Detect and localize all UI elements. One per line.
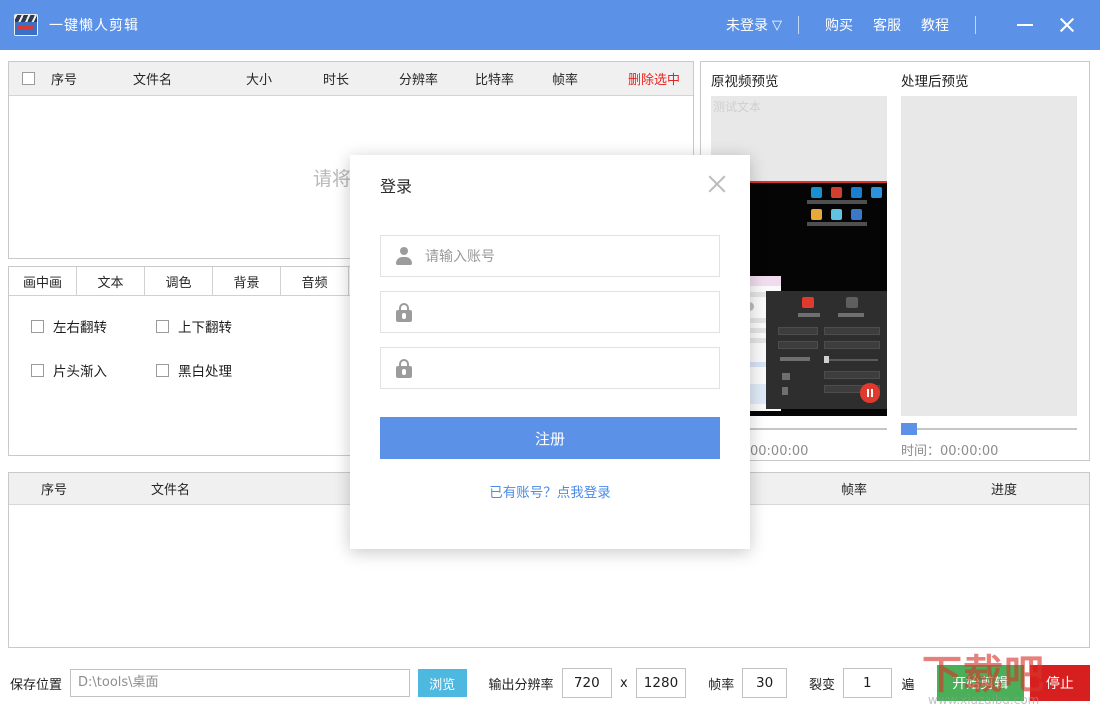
login-modal-title: 登录	[380, 173, 412, 197]
switch-to-login-link[interactable]: 已有账号？点我登录	[350, 481, 750, 501]
processed-time-label: 时间：00:00:00	[901, 440, 1077, 459]
queue-column-progress: 进度	[991, 479, 1017, 498]
support-link[interactable]: 客服	[873, 15, 901, 35]
resolution-height-input[interactable]: 1280	[636, 668, 687, 698]
output-resolution-label: 输出分辨率	[489, 674, 554, 693]
lock-icon	[395, 303, 413, 322]
close-button[interactable]	[1046, 8, 1088, 42]
flip-horizontal-label: 左右翻转	[53, 316, 107, 336]
processed-slider-handle[interactable]	[901, 423, 917, 435]
column-index: 序号	[51, 69, 133, 88]
select-all-checkbox[interactable]	[22, 72, 35, 85]
purchase-link[interactable]: 购买	[825, 15, 853, 35]
delete-selected-button[interactable]: 删除选中	[628, 69, 680, 88]
processed-preview-box[interactable]	[901, 96, 1077, 416]
confirm-password-field[interactable]	[380, 347, 720, 389]
option-grayscale[interactable]: 黑白处理	[156, 360, 232, 380]
column-filename: 文件名	[133, 69, 246, 88]
login-modal-header: 登录	[350, 155, 750, 217]
processed-slider-column: 时间：00:00:00	[901, 422, 1077, 459]
split-label: 裂变	[809, 674, 835, 693]
tab-pip[interactable]: 画中画	[9, 267, 77, 295]
option-intro-fade[interactable]: 片头渐入	[31, 360, 156, 380]
clapperboard-icon	[14, 14, 38, 36]
column-framerate: 帧率	[552, 69, 628, 88]
tutorial-link[interactable]: 教程	[921, 15, 949, 35]
resolution-separator: x	[620, 676, 628, 691]
bottom-toolbar: 保存位置 D:\tools\桌面 浏览 输出分辨率 720 x 1280 帧率 …	[0, 656, 1100, 710]
intro-fade-checkbox[interactable]	[31, 364, 44, 377]
preview-columns: 原视频预览 测试文本	[701, 62, 1089, 416]
processed-preview-title: 处理后预览	[901, 70, 1077, 90]
lock-icon	[395, 359, 413, 378]
title-divider-2	[975, 16, 976, 34]
app-title: 一键懒人剪辑	[49, 15, 139, 35]
save-location-label: 保存位置	[10, 674, 62, 693]
tab-text[interactable]: 文本	[77, 267, 145, 295]
grayscale-label: 黑白处理	[178, 360, 232, 380]
close-icon[interactable]	[702, 169, 732, 199]
column-duration: 时长	[323, 69, 399, 88]
queue-column-index: 序号	[41, 479, 151, 498]
framerate-label: 帧率	[708, 674, 734, 693]
title-bar: 一键懒人剪辑 未登录 ▽ 购买 客服 教程	[0, 0, 1100, 50]
application-window: 一键懒人剪辑 未登录 ▽ 购买 客服 教程 序	[0, 0, 1100, 710]
user-icon	[395, 247, 413, 265]
title-bar-left: 一键懒人剪辑	[0, 14, 139, 36]
split-count-input[interactable]: 1	[843, 668, 892, 698]
password-field[interactable]	[380, 291, 720, 333]
flip-vertical-checkbox[interactable]	[156, 320, 169, 333]
tab-color[interactable]: 调色	[145, 267, 213, 295]
option-flip-horizontal[interactable]: 左右翻转	[31, 316, 156, 336]
preview-sliders: 时间：00:00:00 时间：00:00:00	[701, 416, 1089, 459]
login-status-label: 未登录	[726, 15, 768, 35]
file-list-header: 序号 文件名 大小 时长 分辨率 比特率 帧率 删除选中	[9, 62, 693, 96]
queue-column-framerate: 帧率	[841, 479, 991, 498]
account-field[interactable]: 请输入账号	[380, 235, 720, 277]
minimize-button[interactable]	[1004, 8, 1046, 42]
window-controls	[1004, 8, 1088, 42]
register-button[interactable]: 注册	[380, 417, 720, 459]
title-bar-right: 未登录 ▽ 购买 客服 教程	[726, 8, 1100, 42]
split-unit-label: 遍	[902, 674, 915, 693]
option-flip-vertical[interactable]: 上下翻转	[156, 316, 232, 336]
framerate-input[interactable]: 30	[742, 668, 787, 698]
flip-horizontal-checkbox[interactable]	[31, 320, 44, 333]
account-input-placeholder: 请输入账号	[425, 246, 495, 266]
resolution-width-input[interactable]: 720	[562, 668, 613, 698]
flip-vertical-label: 上下翻转	[178, 316, 232, 336]
tab-audio[interactable]: 音频	[281, 267, 349, 295]
preview-panel: 原视频预览 测试文本	[700, 61, 1090, 461]
stop-button[interactable]: 停止	[1030, 665, 1090, 701]
intro-fade-label: 片头渐入	[53, 360, 107, 380]
processed-preview-column: 处理后预览	[901, 70, 1077, 416]
title-divider-1	[798, 16, 799, 34]
original-preview-title: 原视频预览	[711, 70, 887, 90]
save-path-input[interactable]: D:\tools\桌面	[70, 669, 410, 697]
start-edit-button[interactable]: 开始剪辑	[937, 665, 1024, 701]
column-size: 大小	[246, 69, 323, 88]
column-bitrate: 比特率	[475, 69, 552, 88]
login-modal: 登录 请输入账号 注册 已有账号？点我登录	[350, 155, 750, 549]
chevron-down-icon: ▽	[772, 18, 782, 33]
column-resolution: 分辨率	[399, 69, 475, 88]
minimize-icon	[1017, 24, 1033, 26]
preview-overlay-text: 测试文本	[713, 98, 761, 115]
login-status-menu[interactable]: 未登录 ▽	[726, 15, 782, 35]
processed-time-slider[interactable]	[901, 422, 1077, 436]
tab-background[interactable]: 背景	[213, 267, 281, 295]
grayscale-checkbox[interactable]	[156, 364, 169, 377]
close-icon	[1058, 16, 1076, 34]
browse-button[interactable]: 浏览	[418, 669, 467, 697]
